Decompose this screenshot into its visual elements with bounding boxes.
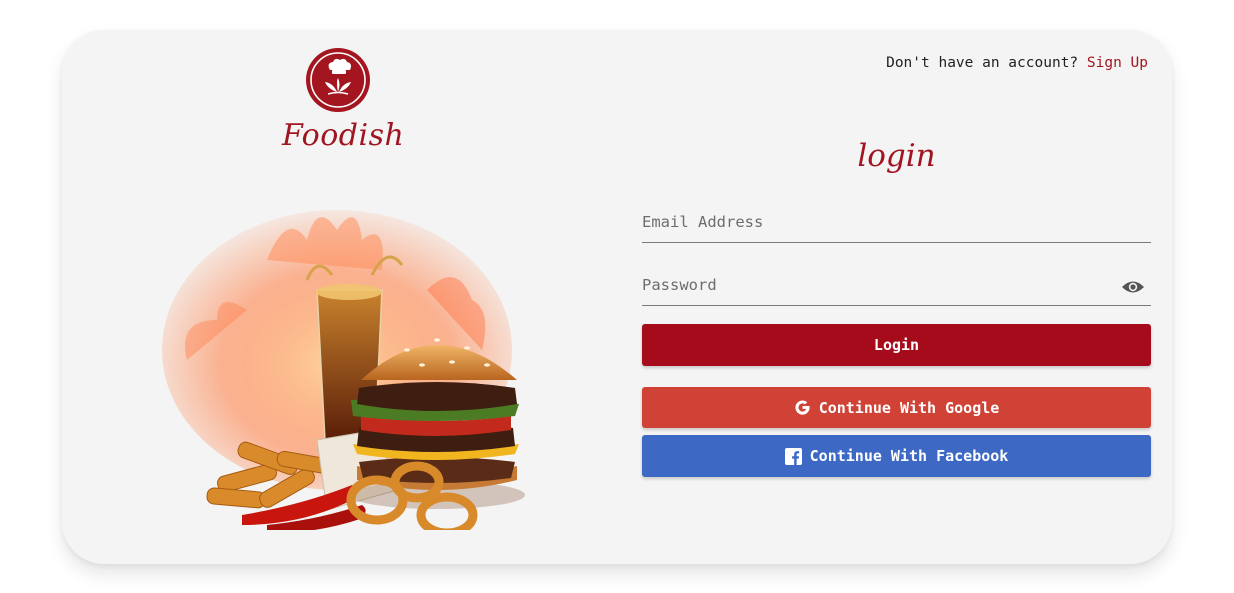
facebook-login-button[interactable]: Continue With Facebook	[642, 435, 1151, 477]
email-field-container	[642, 202, 1151, 243]
facebook-icon	[784, 447, 802, 465]
signup-prompt: Don't have an account? Sign Up	[886, 55, 1148, 71]
facebook-button-label: Continue With Facebook	[809, 447, 1009, 465]
login-card: Foodish Don't have an account? Sign Up l…	[62, 30, 1172, 564]
login-title: login	[857, 138, 936, 174]
brand-logo	[306, 48, 370, 112]
signup-prompt-text: Don't have an account?	[886, 55, 1079, 71]
chef-hat-leaf-icon	[310, 52, 366, 108]
google-button-label: Continue With Google	[818, 398, 1000, 417]
google-icon	[795, 400, 810, 415]
brand-name: Foodish	[282, 118, 405, 153]
signup-link[interactable]: Sign Up	[1087, 55, 1148, 71]
google-login-button[interactable]: Continue With Google	[642, 387, 1151, 428]
password-field-container	[642, 265, 1151, 306]
login-button[interactable]: Login	[642, 324, 1151, 366]
email-input[interactable]	[642, 202, 1102, 242]
hero-food-illustration	[147, 200, 527, 538]
login-button-label: Login	[873, 336, 920, 354]
password-input[interactable]	[642, 265, 1102, 305]
eye-icon[interactable]	[1121, 279, 1145, 295]
